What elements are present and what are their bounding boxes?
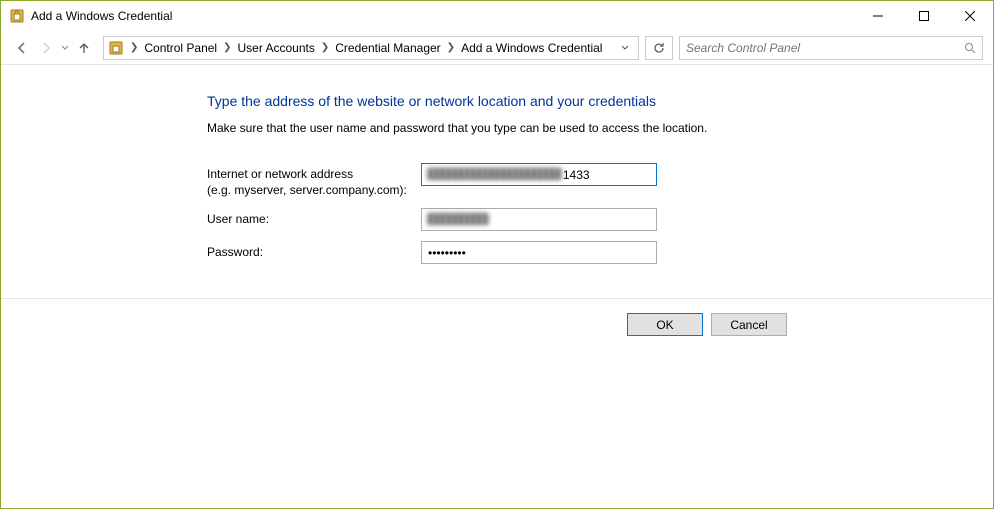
- page-heading: Type the address of the website or netwo…: [207, 93, 993, 109]
- username-input-wrapper: ██████████: [421, 208, 657, 231]
- address-input-wrapper: ██████████████████████ 1433: [421, 163, 657, 186]
- button-bar: OK Cancel: [1, 298, 993, 336]
- close-button[interactable]: [947, 1, 993, 31]
- address-bar[interactable]: ❯ Control Panel ❯ User Accounts ❯ Creden…: [103, 36, 639, 60]
- chevron-right-icon: ❯: [319, 42, 331, 53]
- maximize-button[interactable]: [901, 1, 947, 31]
- password-input[interactable]: [421, 241, 657, 264]
- form-row-username: User name: ██████████: [207, 208, 993, 231]
- window-title: Add a Windows Credential: [31, 9, 855, 23]
- back-button[interactable]: [11, 37, 33, 59]
- ok-button[interactable]: OK: [627, 313, 703, 336]
- search-box[interactable]: [679, 36, 983, 60]
- address-label: Internet or network address (e.g. myserv…: [207, 163, 421, 198]
- window-controls: [855, 1, 993, 31]
- main-content: Type the address of the website or netwo…: [1, 65, 993, 264]
- chevron-right-icon: ❯: [221, 42, 233, 53]
- refresh-button[interactable]: [645, 36, 673, 60]
- chevron-right-icon: ❯: [445, 42, 457, 53]
- credential-manager-icon: [108, 40, 124, 56]
- credential-manager-icon: [9, 8, 25, 24]
- address-hint: (e.g. myserver, server.company.com):: [207, 182, 421, 198]
- search-input[interactable]: [686, 41, 964, 55]
- page-subtext: Make sure that the user name and passwor…: [207, 121, 993, 135]
- address-dropdown-button[interactable]: [616, 43, 634, 53]
- search-icon[interactable]: [964, 42, 976, 54]
- cancel-button[interactable]: Cancel: [711, 313, 787, 336]
- breadcrumb-item[interactable]: Add a Windows Credential: [457, 41, 606, 55]
- username-input[interactable]: [421, 208, 657, 231]
- minimize-button[interactable]: [855, 1, 901, 31]
- breadcrumb-item[interactable]: Control Panel: [140, 41, 221, 55]
- address-label-text: Internet or network address: [207, 167, 353, 181]
- title-bar: Add a Windows Credential: [1, 1, 993, 31]
- forward-button[interactable]: [35, 37, 57, 59]
- address-input[interactable]: [421, 163, 657, 186]
- navigation-bar: ❯ Control Panel ❯ User Accounts ❯ Creden…: [1, 31, 993, 65]
- recent-locations-button[interactable]: [59, 37, 71, 59]
- up-button[interactable]: [73, 37, 95, 59]
- chevron-right-icon: ❯: [128, 42, 140, 53]
- form-row-address: Internet or network address (e.g. myserv…: [207, 163, 993, 198]
- breadcrumb-item[interactable]: User Accounts: [234, 41, 319, 55]
- username-label: User name:: [207, 208, 421, 227]
- breadcrumb-item[interactable]: Credential Manager: [331, 41, 444, 55]
- form-row-password: Password:: [207, 241, 993, 264]
- password-label: Password:: [207, 241, 421, 260]
